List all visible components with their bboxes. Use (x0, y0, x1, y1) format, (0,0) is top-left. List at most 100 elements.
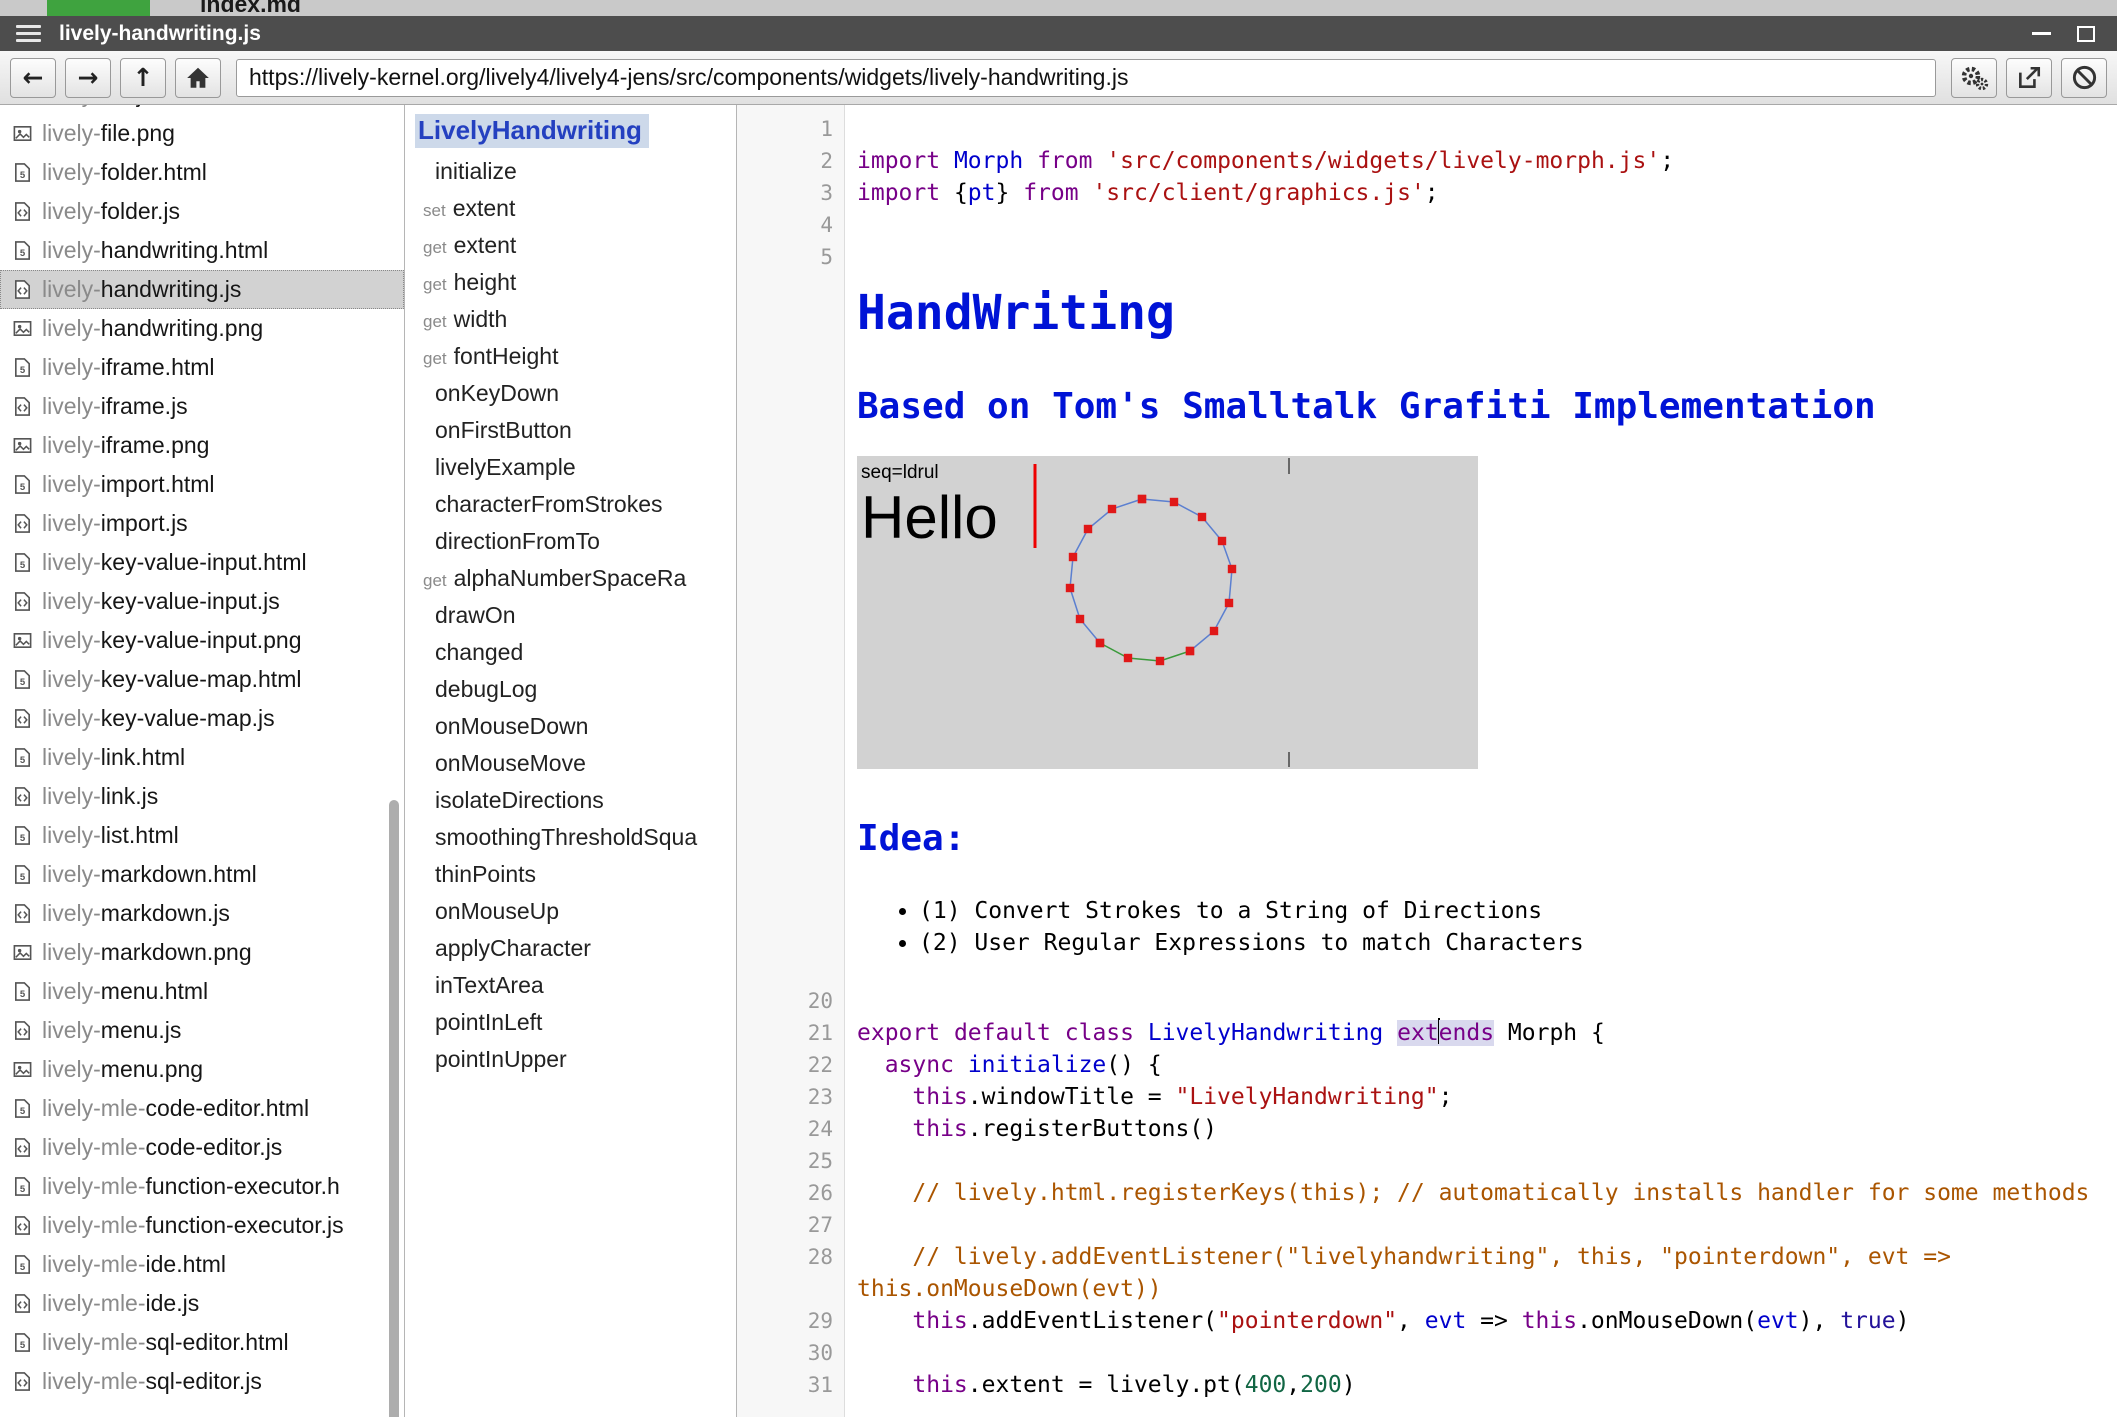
up-button[interactable]: ↑ (120, 58, 166, 98)
code-line[interactable]: 5 (737, 241, 2117, 273)
code-line[interactable]: 26 // lively.html.registerKeys(this); //… (737, 1177, 2117, 1209)
outline-method-onFirstButton[interactable]: onFirstButton (405, 412, 736, 449)
maximize-icon[interactable] (2077, 26, 2095, 42)
file-item[interactable]: 5lively-iframe.html (0, 348, 404, 387)
outline-method-thinPoints[interactable]: thinPoints (405, 856, 736, 893)
file-list: lively-file.jslively-file.png5lively-fol… (0, 105, 404, 1401)
file-item[interactable]: lively-mle-ide.js (0, 1284, 404, 1323)
js-file-icon (12, 1371, 33, 1392)
outline-method-onMouseMove[interactable]: onMouseMove (405, 745, 736, 782)
outline-method-extent[interactable]: getextent (405, 227, 736, 264)
forward-button[interactable]: → (65, 58, 111, 98)
background-tab-index-md[interactable]: index.md (200, 0, 301, 16)
file-item[interactable]: 5lively-mle-sql-editor.html (0, 1323, 404, 1362)
outline-method-characterFromStrokes[interactable]: characterFromStrokes (405, 486, 736, 523)
code-line[interactable]: 27 (737, 1209, 2117, 1241)
file-item[interactable]: lively-mle-code-editor.js (0, 1128, 404, 1167)
file-list-scrollbar[interactable] (389, 800, 399, 1417)
file-item[interactable]: 5lively-menu.html (0, 972, 404, 1011)
file-item[interactable]: 5lively-mle-ide.html (0, 1245, 404, 1284)
code-line[interactable]: 22 async initialize() { (737, 1049, 2117, 1081)
svg-text:5: 5 (20, 365, 26, 376)
back-button[interactable]: ← (10, 58, 56, 98)
svg-text:5: 5 (20, 170, 26, 181)
outline-method-debugLog[interactable]: debugLog (405, 671, 736, 708)
file-item[interactable]: lively-import.js (0, 504, 404, 543)
file-item[interactable]: 5lively-key-value-map.html (0, 660, 404, 699)
outline-method-onKeyDown[interactable]: onKeyDown (405, 375, 736, 412)
code-line[interactable]: 20 (737, 985, 2117, 1017)
file-item[interactable]: 5lively-import.html (0, 465, 404, 504)
code-line[interactable]: 31 this.extent = lively.pt(400,200) (737, 1369, 2117, 1401)
file-item[interactable]: 5lively-folder.html (0, 153, 404, 192)
file-item[interactable]: 5lively-link.html (0, 738, 404, 777)
minimize-icon[interactable] (2032, 32, 2051, 35)
url-input[interactable] (236, 59, 1936, 97)
file-item[interactable]: lively-iframe.js (0, 387, 404, 426)
file-item[interactable]: lively-menu.js (0, 1011, 404, 1050)
menu-icon[interactable] (16, 25, 41, 42)
outline-method-pointInLeft[interactable]: pointInLeft (405, 1004, 736, 1041)
file-item[interactable]: lively-mle-sql-editor.js (0, 1362, 404, 1401)
outline-method-alphaNumberSpaceRa[interactable]: getalphaNumberSpaceRa (405, 560, 736, 597)
code-line[interactable]: 2import Morph from 'src/components/widge… (737, 145, 2117, 177)
js-file-icon (12, 591, 33, 612)
outline-method-onMouseDown[interactable]: onMouseDown (405, 708, 736, 745)
file-item[interactable]: lively-markdown.png (0, 933, 404, 972)
handwriting-canvas[interactable]: seq=ldrul Hello (857, 456, 1478, 769)
outline-method-height[interactable]: getheight (405, 264, 736, 301)
outline-method-onMouseUp[interactable]: onMouseUp (405, 893, 736, 930)
home-button[interactable] (175, 58, 221, 98)
outline-method-smoothingThresholdSqua[interactable]: smoothingThresholdSqua (405, 819, 736, 856)
js-file-icon (12, 1215, 33, 1236)
outline-method-initialize[interactable]: initialize (405, 153, 736, 190)
code-editor[interactable]: 12import Morph from 'src/components/widg… (737, 105, 2117, 1417)
outline-method-inTextArea[interactable]: inTextArea (405, 967, 736, 1004)
file-item[interactable]: lively-link.js (0, 777, 404, 816)
file-item[interactable]: 5lively-list.html (0, 816, 404, 855)
code-line[interactable]: 29 this.addEventListener("pointerdown", … (737, 1305, 2117, 1337)
outline-method-width[interactable]: getwidth (405, 301, 736, 338)
outline-method-pointInUpper[interactable]: pointInUpper (405, 1041, 736, 1078)
outline-method-fontHeight[interactable]: getfontHeight (405, 338, 736, 375)
file-item[interactable]: lively-handwriting.js (0, 270, 404, 309)
outline-method-directionFromTo[interactable]: directionFromTo (405, 523, 736, 560)
code-line[interactable]: 21export default class LivelyHandwriting… (737, 1017, 2117, 1049)
file-item[interactable]: lively-handwriting.png (0, 309, 404, 348)
outline-method-changed[interactable]: changed (405, 634, 736, 671)
file-item[interactable]: 5lively-markdown.html (0, 855, 404, 894)
file-item[interactable]: lively-folder.js (0, 192, 404, 231)
code-line[interactable]: 30 (737, 1337, 2117, 1369)
file-item[interactable]: 5lively-mle-code-editor.html (0, 1089, 404, 1128)
code-line[interactable]: 23 this.windowTitle = "LivelyHandwriting… (737, 1081, 2117, 1113)
file-name: lively-key-value-input.js (42, 588, 280, 615)
file-item[interactable]: lively-iframe.png (0, 426, 404, 465)
file-item[interactable]: 5lively-mle-function-executor.h (0, 1167, 404, 1206)
open-external-button[interactable] (2006, 58, 2052, 98)
file-item[interactable]: lively-file.png (0, 114, 404, 153)
file-item[interactable]: lively-file.js (0, 105, 404, 114)
file-item[interactable]: lively-menu.png (0, 1050, 404, 1089)
outline-method-isolateDirections[interactable]: isolateDirections (405, 782, 736, 819)
settings-button[interactable] (1951, 58, 1997, 98)
file-item[interactable]: lively-mle-function-executor.js (0, 1206, 404, 1245)
outline-method-drawOn[interactable]: drawOn (405, 597, 736, 634)
file-item[interactable]: lively-markdown.js (0, 894, 404, 933)
file-item[interactable]: lively-key-value-map.js (0, 699, 404, 738)
file-item[interactable]: lively-key-value-input.png (0, 621, 404, 660)
code-line[interactable]: 3import {pt} from 'src/client/graphics.j… (737, 177, 2117, 209)
code-line[interactable]: 1 (737, 113, 2117, 145)
svg-text:5: 5 (20, 872, 26, 883)
file-item[interactable]: 5lively-handwriting.html (0, 231, 404, 270)
outline-method-applyCharacter[interactable]: applyCharacter (405, 930, 736, 967)
code-line[interactable]: 28 // lively.addEventListener("livelyhan… (737, 1241, 2117, 1305)
block-button[interactable] (2061, 58, 2107, 98)
outline-method-livelyExample[interactable]: livelyExample (405, 449, 736, 486)
file-item[interactable]: lively-key-value-input.js (0, 582, 404, 621)
file-item[interactable]: 5lively-key-value-input.html (0, 543, 404, 582)
code-line[interactable]: 24 this.registerButtons() (737, 1113, 2117, 1145)
code-line[interactable]: 25 (737, 1145, 2117, 1177)
outline-method-extent[interactable]: setextent (405, 190, 736, 227)
outline-class-row[interactable]: LivelyHandwriting (405, 113, 736, 153)
code-line[interactable]: 4 (737, 209, 2117, 241)
